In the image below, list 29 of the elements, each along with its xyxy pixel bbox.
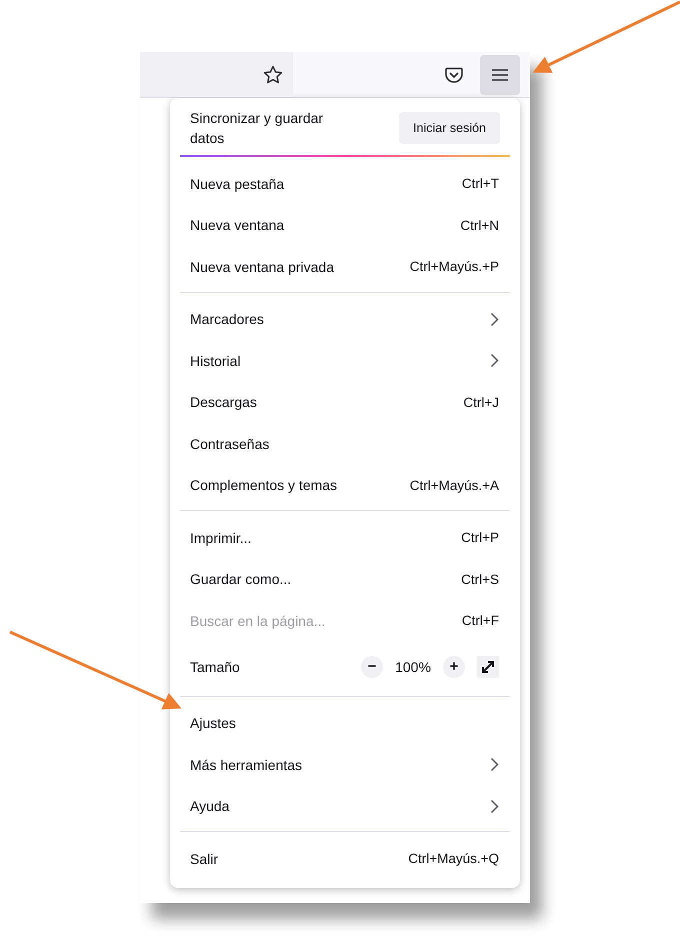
- menu-button[interactable]: [480, 54, 520, 94]
- zoom-label: Tamaño: [190, 658, 240, 674]
- menu-icon: [492, 68, 508, 80]
- chevron-right-icon: [490, 353, 499, 368]
- menu-item[interactable]: Imprimir... Ctrl+P: [180, 517, 510, 558]
- zoom-out-button[interactable]: −: [361, 656, 383, 678]
- menu-item[interactable]: Guardar como... Ctrl+S: [180, 558, 510, 600]
- menu-item[interactable]: Marcadores: [180, 298, 510, 340]
- chevron-right-icon: [490, 757, 499, 772]
- menu-item[interactable]: Nueva pestaña Ctrl+T: [180, 163, 510, 204]
- sign-in-button[interactable]: Iniciar sesión: [399, 112, 500, 144]
- menu-item[interactable]: Ayuda: [180, 786, 510, 827]
- zoom-in-button[interactable]: +: [443, 656, 465, 678]
- fullscreen-icon[interactable]: [477, 656, 499, 678]
- menu-item[interactable]: Historial: [180, 340, 510, 382]
- menu-item[interactable]: Nueva ventana Ctrl+N: [180, 204, 510, 246]
- menu-item[interactable]: Descargas Ctrl+J: [180, 382, 510, 423]
- menu-item[interactable]: Salir Ctrl+Mayús.+Q: [180, 838, 510, 880]
- menu-item[interactable]: Complementos y temas Ctrl+Mayús.+A: [180, 464, 510, 506]
- sync-label: Sincronizar y guardar datos: [190, 109, 324, 148]
- star-icon[interactable]: [262, 64, 284, 86]
- menu-item[interactable]: Ajustes: [180, 702, 510, 744]
- pocket-icon[interactable]: [444, 64, 464, 84]
- chevron-right-icon: [490, 798, 499, 814]
- menu-item[interactable]: Nueva ventana privada Ctrl+Mayús.+P: [180, 246, 510, 288]
- zoom-level[interactable]: 100%: [391, 658, 435, 674]
- menu-item[interactable]: Más herramientas: [180, 744, 510, 786]
- chevron-right-icon: [490, 312, 499, 327]
- menu-item[interactable]: Contraseñas: [180, 423, 510, 464]
